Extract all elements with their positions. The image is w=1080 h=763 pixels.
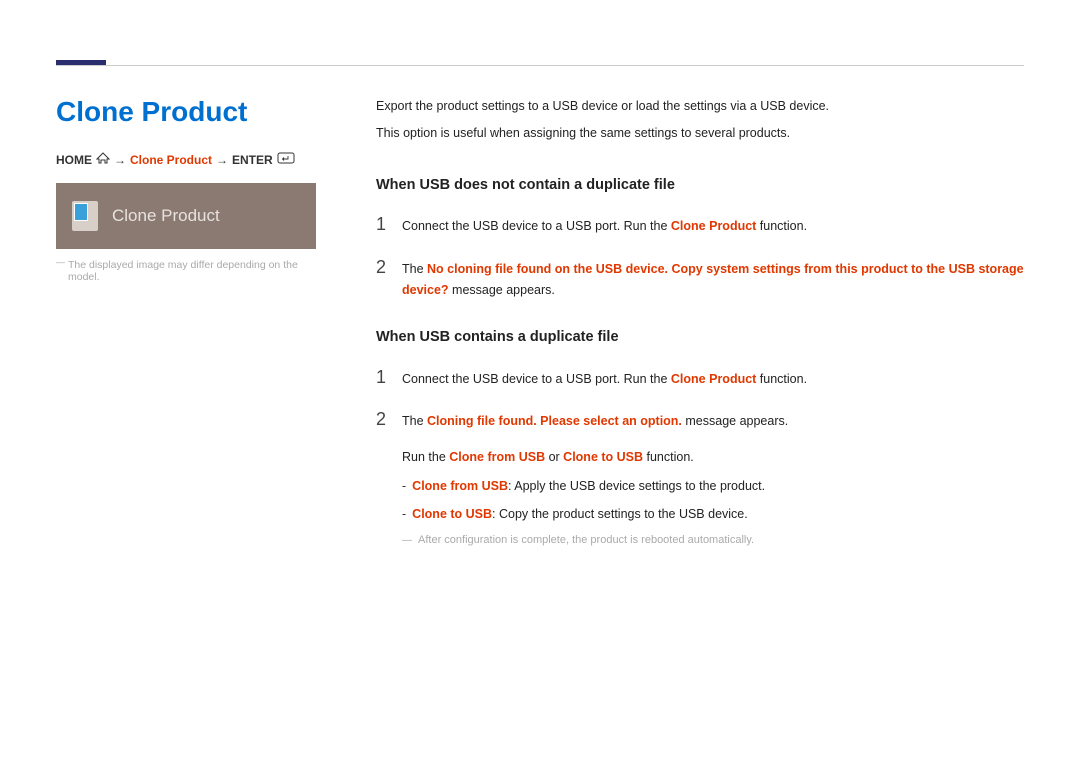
- intro-block: Export the product settings to a USB dev…: [376, 96, 1024, 145]
- step-number-1b: 1: [376, 362, 388, 393]
- section-2-step-2-text: The Cloning file found. Please select an…: [402, 411, 1024, 432]
- section-2-step-1: 1 Connect the USB device to a USB port. …: [376, 362, 1024, 393]
- image-caption: The displayed image may differ depending…: [56, 259, 316, 283]
- section-1-step-1: 1 Connect the USB device to a USB port. …: [376, 209, 1024, 240]
- page-title: Clone Product: [56, 96, 316, 128]
- option-clone-to-usb: - Clone to USB: Copy the product setting…: [402, 504, 1024, 525]
- reboot-note: ― After configuration is complete, the p…: [402, 531, 1024, 550]
- section-2-step-1-text: Connect the USB device to a USB port. Ru…: [402, 369, 1024, 390]
- sub-instructions: Run the Clone from USB or Clone to USB f…: [402, 447, 1024, 549]
- page-container: Clone Product HOME → Clone Product → ENT…: [0, 0, 1080, 590]
- tile-label: Clone Product: [112, 206, 220, 226]
- step-number-2: 2: [376, 252, 388, 283]
- option-clone-from-usb: - Clone from USB: Apply the USB device s…: [402, 476, 1024, 497]
- section-2-step-2: 2 The Cloning file found. Please select …: [376, 404, 1024, 435]
- breadcrumb-home: HOME: [56, 153, 92, 167]
- step-number-2b: 2: [376, 404, 388, 435]
- clone-product-keyword-2: Clone Product: [671, 372, 756, 386]
- intro-line-1: Export the product settings to a USB dev…: [376, 96, 1024, 117]
- cloning-file-found-message: Cloning file found. Please select an opt…: [427, 414, 682, 428]
- section-1-step-2-text: The No cloning file found on the USB dev…: [402, 259, 1024, 302]
- clone-product-icon: [72, 201, 98, 231]
- clone-product-tile: Clone Product: [56, 183, 316, 249]
- clone-from-usb-label: Clone from USB: [412, 479, 508, 493]
- breadcrumb-arrow-1: →: [114, 153, 126, 167]
- left-column: Clone Product HOME → Clone Product → ENT…: [56, 96, 316, 550]
- header-rule: [56, 60, 1024, 66]
- section-1-step-1-text: Connect the USB device to a USB port. Ru…: [402, 216, 1024, 237]
- right-column: Export the product settings to a USB dev…: [376, 96, 1024, 550]
- clone-to-usb-label: Clone to USB: [412, 507, 492, 521]
- clone-to-usb-keyword: Clone to USB: [563, 450, 643, 464]
- breadcrumb-arrow-2: →: [216, 153, 228, 167]
- breadcrumb-enter: ENTER: [232, 153, 273, 167]
- clone-product-keyword: Clone Product: [671, 219, 756, 233]
- section-1-step-2: 2 The No cloning file found on the USB d…: [376, 252, 1024, 302]
- step-number-1: 1: [376, 209, 388, 240]
- breadcrumb: HOME → Clone Product → ENTER: [56, 152, 316, 167]
- enter-icon: [277, 152, 295, 167]
- run-instruction: Run the Clone from USB or Clone to USB f…: [402, 447, 1024, 468]
- clone-from-usb-keyword: Clone from USB: [449, 450, 545, 464]
- intro-line-2: This option is useful when assigning the…: [376, 123, 1024, 144]
- section-2-heading: When USB contains a duplicate file: [376, 325, 1024, 350]
- section-1-heading: When USB does not contain a duplicate fi…: [376, 173, 1024, 198]
- home-icon: [96, 152, 110, 167]
- content-columns: Clone Product HOME → Clone Product → ENT…: [56, 96, 1024, 550]
- breadcrumb-current: Clone Product: [130, 153, 212, 167]
